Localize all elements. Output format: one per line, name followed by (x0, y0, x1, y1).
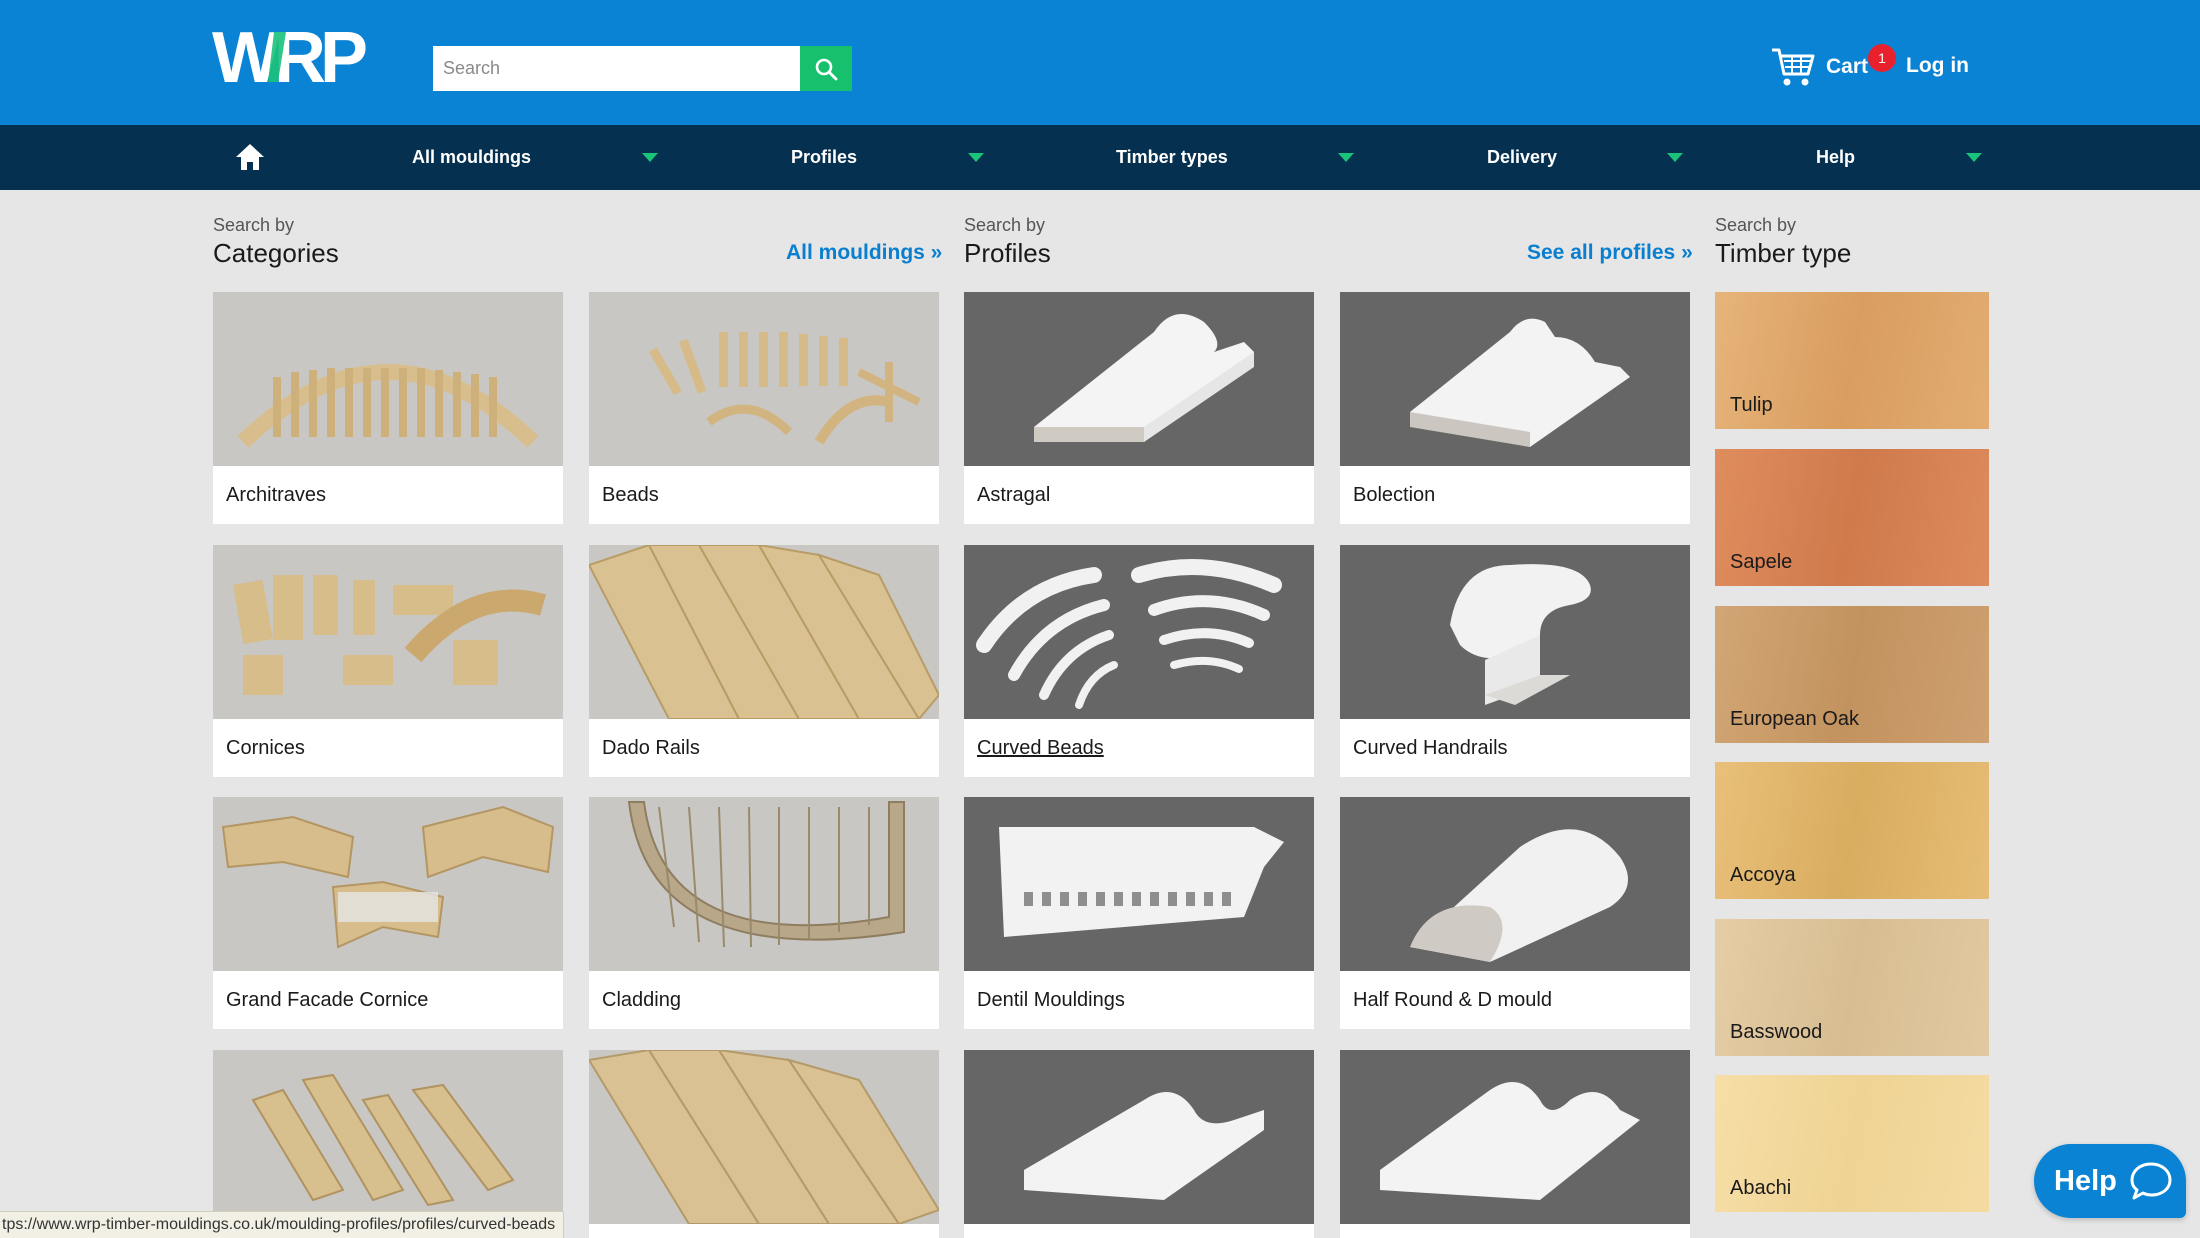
timber-sapele[interactable]: Sapele (1715, 449, 1989, 586)
see-all-profiles-link[interactable]: See all profiles » (1527, 241, 1693, 265)
search-icon (815, 58, 838, 80)
category-card-architraves[interactable]: Architraves (213, 292, 563, 524)
category-card-beads[interactable]: Beads (589, 292, 939, 524)
curved-handrails-image (1340, 545, 1690, 719)
category-image (213, 1050, 563, 1224)
card-label: Grand Facade Cornice (226, 989, 429, 1011)
card-label: Cladding (602, 989, 681, 1011)
timber-label: Basswood (1730, 1021, 1823, 1043)
link-status-bar: tps://www.wrp-timber-mouldings.co.uk/mou… (0, 1211, 565, 1238)
card-label: Half Round & D mould (1353, 989, 1552, 1011)
category-card-cornices[interactable]: Cornices (213, 545, 563, 777)
timber-european-oak[interactable]: European Oak (1715, 606, 1989, 743)
site-header: WRP Cart 1 Log in (0, 0, 2200, 125)
category-card[interactable] (589, 1050, 939, 1238)
profile-card-dentil-mouldings[interactable]: Dentil Mouldings (964, 797, 1314, 1029)
cart-link[interactable]: Cart (1770, 44, 1868, 90)
timber-label: Abachi (1730, 1177, 1792, 1199)
chat-bubble-icon (2130, 1162, 2172, 1200)
all-mouldings-link[interactable]: All mouldings » (786, 241, 942, 265)
nav-profiles[interactable]: Profiles (791, 125, 857, 190)
chevron-down-icon[interactable] (1667, 153, 1683, 162)
timber-title: Timber type (1715, 238, 1852, 268)
card-label: Cornices (226, 737, 305, 759)
grand-facade-cornice-image (213, 797, 563, 971)
architraves-image (213, 292, 563, 466)
timber-tulip[interactable]: Tulip (1715, 292, 1989, 429)
card-label: Architraves (226, 484, 327, 506)
categories-title: Categories (213, 238, 339, 268)
main-nav: All mouldings Profiles Timber types Deli… (0, 125, 2200, 190)
chevron-down-icon[interactable] (1338, 153, 1354, 162)
profile-card-curved-beads[interactable]: Curved Beads (964, 545, 1314, 777)
profile-card[interactable] (1340, 1050, 1690, 1238)
nav-help[interactable]: Help (1816, 125, 1855, 190)
beads-image (589, 292, 939, 466)
profile-card[interactable] (964, 1050, 1314, 1238)
timber-accoya[interactable]: Accoya (1715, 762, 1989, 899)
astragal-image (964, 292, 1314, 466)
profiles-heading: Search by Profiles (964, 215, 1051, 268)
profile-image (1340, 1050, 1690, 1224)
chevron-down-icon[interactable] (968, 153, 984, 162)
profile-card-curved-handrails[interactable]: Curved Handrails (1340, 545, 1690, 777)
nav-all-mouldings[interactable]: All mouldings (412, 125, 531, 190)
timber-label: Tulip (1730, 394, 1773, 416)
card-label: Dado Rails (602, 737, 700, 759)
profile-card-half-round-d-mould[interactable]: Half Round & D mould (1340, 797, 1690, 1029)
category-image (589, 1050, 939, 1224)
login-link[interactable]: Log in (1906, 54, 1969, 78)
cladding-image (589, 797, 939, 971)
category-card-cladding[interactable]: Cladding (589, 797, 939, 1029)
timber-basswood[interactable]: Basswood (1715, 919, 1989, 1056)
dentil-mouldings-image (964, 797, 1314, 971)
chevron-down-icon[interactable] (642, 153, 658, 162)
card-label: Curved Handrails (1353, 737, 1508, 759)
timber-heading: Search by Timber type (1715, 215, 1852, 268)
help-label: Help (2054, 1164, 2117, 1197)
dado-rails-image (589, 545, 939, 719)
timber-label: European Oak (1730, 708, 1859, 730)
cart-label: Cart (1826, 55, 1869, 78)
chevron-down-icon[interactable] (1966, 153, 1982, 162)
cart-icon (1772, 48, 1815, 86)
card-label: Beads (602, 484, 659, 506)
bolection-image (1340, 292, 1690, 466)
timber-label: Accoya (1730, 864, 1796, 886)
card-label: Dentil Mouldings (977, 989, 1125, 1011)
wrp-logo[interactable]: WRP (212, 22, 390, 92)
search-input[interactable] (433, 46, 800, 91)
nav-delivery[interactable]: Delivery (1487, 125, 1557, 190)
curved-beads-image (964, 545, 1314, 719)
profile-image (964, 1050, 1314, 1224)
profile-card-bolection[interactable]: Bolection (1340, 292, 1690, 524)
search-button[interactable] (800, 46, 852, 91)
card-label: Curved Beads (977, 737, 1104, 759)
help-chat-button[interactable]: Help (2034, 1144, 2186, 1218)
cornices-image (213, 545, 563, 719)
nav-timber-types[interactable]: Timber types (1116, 125, 1228, 190)
timber-abachi[interactable]: Abachi (1715, 1075, 1989, 1212)
categories-heading: Search by Categories (213, 215, 339, 268)
cart-count-badge: 1 (1868, 44, 1896, 72)
category-card-grand-facade-cornice[interactable]: Grand Facade Cornice (213, 797, 563, 1029)
home-icon[interactable] (234, 142, 266, 172)
category-card[interactable] (213, 1050, 563, 1238)
profiles-title: Profiles (964, 238, 1051, 268)
half-round-image (1340, 797, 1690, 971)
timber-label: Sapele (1730, 551, 1793, 573)
card-label: Astragal (977, 484, 1051, 506)
profile-card-astragal[interactable]: Astragal (964, 292, 1314, 524)
category-card-dado-rails[interactable]: Dado Rails (589, 545, 939, 777)
svg-text:WRP: WRP (212, 22, 366, 92)
search-bar (433, 46, 852, 91)
card-label: Bolection (1353, 484, 1436, 506)
